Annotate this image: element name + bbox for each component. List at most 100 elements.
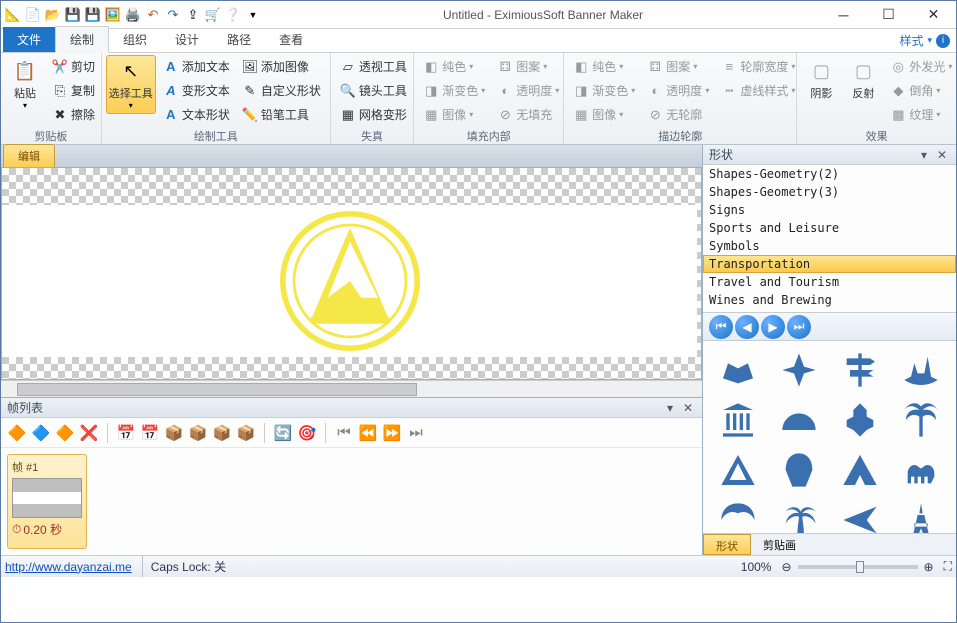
shape-leaf-icon[interactable] [709,497,766,533]
shape-columns-icon[interactable] [709,397,766,443]
banner-logo[interactable] [280,211,420,351]
qat-dropdown-icon[interactable]: ▼ [245,7,261,23]
redo-icon[interactable]: ↷ [165,7,181,23]
export-icon[interactable]: 🖼️ [105,7,121,23]
sidetab-shapes[interactable]: 形状 [703,534,751,555]
sidetab-clipart[interactable]: 剪贴画 [751,534,808,555]
frame-t6-icon[interactable]: 📦 [236,423,256,443]
frame-t1-icon[interactable]: 📅 [116,423,136,443]
save-icon[interactable]: 💾 [65,7,81,23]
minimize-button[interactable]: ─ [821,2,866,28]
tab-draw[interactable]: 绘制 [55,26,109,53]
shape-camel-icon[interactable] [893,447,950,493]
panel-dropdown-icon[interactable]: ▾ [916,148,932,162]
category-item[interactable]: Signs [703,201,956,219]
fill-image-button[interactable]: ▦图像 ▾ [418,103,490,126]
zoom-knob[interactable] [856,561,864,573]
shape-eiffel-icon[interactable] [893,497,950,533]
shape-tent-icon[interactable] [832,447,889,493]
out-pattern-button[interactable]: ⚃图案 ▾ [642,55,714,78]
shape-category-list[interactable]: Shapes-Geometry(2) Shapes-Geometry(3) Si… [703,165,956,313]
tab-view[interactable]: 查看 [265,27,317,52]
perspective-button[interactable]: ▱透视工具 [335,55,412,78]
shadow-button[interactable]: ▢阴影 [801,55,841,105]
horizontal-scrollbar[interactable] [1,380,702,397]
reflect-button[interactable]: ▢反射 [843,55,883,105]
shape-fan-icon[interactable] [770,397,827,443]
nav-last-icon[interactable]: ⏭ [787,315,811,339]
canvas[interactable] [1,167,702,380]
zoom-out-icon[interactable]: ⊖ [781,560,791,574]
status-url[interactable]: http://www.dayanzai.me [5,560,132,574]
out-dash-button[interactable]: ┅虚线样式 ▾ [716,79,800,102]
tab-path[interactable]: 路径 [213,27,265,52]
zoom-in-icon[interactable]: ⊕ [924,560,934,574]
out-image-button[interactable]: ▦图像 ▾ [568,103,640,126]
texture-button[interactable]: ▩纹理 ▾ [885,103,957,126]
fill-opacity-button[interactable]: ◐透明度 ▾ [492,79,564,102]
shape-jet-icon[interactable] [832,497,889,533]
panel-dropdown-icon[interactable]: ▾ [662,401,678,415]
panel-close-icon[interactable]: ✕ [934,148,950,162]
shape-palm-icon[interactable] [893,397,950,443]
shape-statue-icon[interactable] [832,397,889,443]
style-dropdown-icon[interactable]: ▾ [927,35,932,46]
undo-icon[interactable]: ↶ [145,7,161,23]
frame-dup-icon[interactable]: 🔷 [31,423,51,443]
nav-first-icon[interactable]: ⏮ [709,315,733,339]
panel-close-icon[interactable]: ✕ [680,401,696,415]
frame-add-icon[interactable]: 🔶 [7,423,27,443]
saveall-icon[interactable]: 💾 [85,7,101,23]
out-none-button[interactable]: ⊘无轮廓 [642,103,714,126]
fill-none-button[interactable]: ⊘无填充 [492,103,564,126]
cut-button[interactable]: ✂️剪切 [47,55,100,78]
cart-icon[interactable]: 🛒 [205,7,221,23]
shape-ship-icon[interactable] [709,347,766,393]
out-opacity-button[interactable]: ◐透明度 ▾ [642,79,714,102]
fill-gradient-button[interactable]: ◨渐变色 ▾ [418,79,490,102]
bevel-button[interactable]: ◆倒角 ▾ [885,79,957,102]
text-shape-button[interactable]: A文本形状 [158,103,235,126]
zoom-control[interactable]: ⊖ ⊕ [781,560,933,574]
info-icon[interactable]: i [936,34,950,48]
zoom-slider[interactable] [798,565,918,569]
frame-last-icon[interactable]: ⏭ [406,423,426,443]
print-icon[interactable]: 🖨️ [125,7,141,23]
out-gradient-button[interactable]: ◨渐变色 ▾ [568,79,640,102]
copy-button[interactable]: ⎘复制 [47,79,100,102]
frame-del-icon[interactable]: 🔶 [55,423,75,443]
out-solid-button[interactable]: ◧纯色 ▾ [568,55,640,78]
tab-design[interactable]: 设计 [161,27,213,52]
maximize-button[interactable]: ☐ [866,2,911,28]
frame-prev-icon[interactable]: ⏪ [358,423,378,443]
transform-text-button[interactable]: A变形文本 [158,79,235,102]
frame-t2-icon[interactable]: 📅 [140,423,160,443]
custom-shape-button[interactable]: ✎自定义形状 [237,79,326,102]
canvas-tab-blank[interactable] [55,149,98,167]
frame-first-icon[interactable]: ⏮ [334,423,354,443]
category-item[interactable]: Shapes-Geometry(3) [703,183,956,201]
zoom-fit-icon[interactable]: ⛶ [944,559,952,574]
mesh-button[interactable]: ▦网格变形 [335,103,412,126]
frame-time-icon[interactable]: 🎯 [297,423,317,443]
export2-icon[interactable]: ⇪ [185,7,201,23]
frame-item[interactable]: 帧 #1 ⏱0.20 秒 [7,454,87,549]
category-item[interactable]: Shapes-Geometry(2) [703,165,956,183]
canvas-tab-edit[interactable]: 编辑 [3,144,55,167]
paste-button[interactable]: 📋粘贴▾ [5,55,45,114]
frame-next-icon[interactable]: ⏩ [382,423,402,443]
frame-t4-icon[interactable]: 📦 [188,423,208,443]
out-width-button[interactable]: ≡轮廓宽度 ▾ [716,55,800,78]
shape-plane-icon[interactable] [770,347,827,393]
outglow-button[interactable]: ◎外发光 ▾ [885,55,957,78]
category-item[interactable]: Wines and Brewing [703,291,956,309]
shape-pyramid-icon[interactable] [709,447,766,493]
fill-pattern-button[interactable]: ⚃图案 ▾ [492,55,564,78]
select-tool-button[interactable]: ↖选择工具▾ [106,55,156,114]
fill-solid-button[interactable]: ◧纯色 ▾ [418,55,490,78]
nav-prev-icon[interactable]: ◀ [735,315,759,339]
category-item[interactable]: Travel and Tourism [703,273,956,291]
new-icon[interactable]: 📄 [25,7,41,23]
lens-button[interactable]: 🔍镜头工具 [335,79,412,102]
category-item[interactable]: Symbols [703,237,956,255]
